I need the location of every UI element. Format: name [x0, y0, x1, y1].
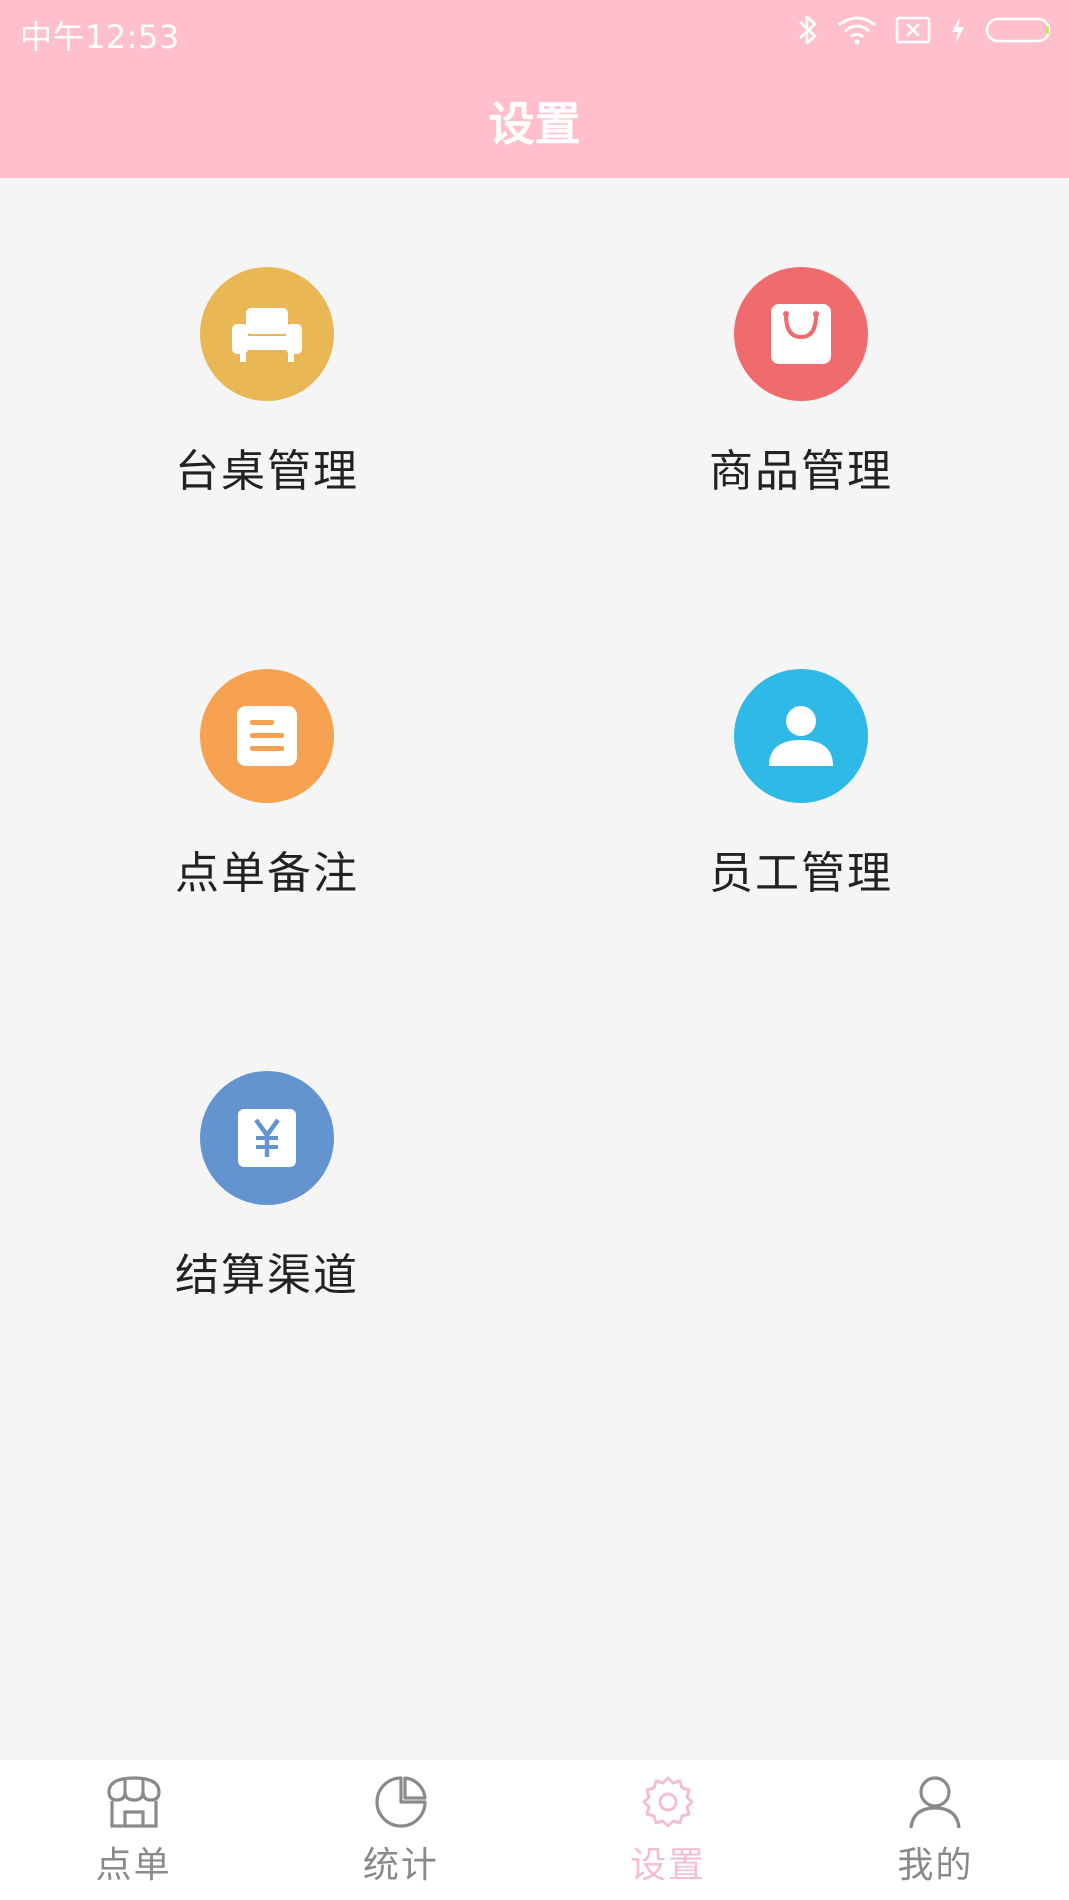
menu-item-staff-management[interactable]: 员工管理: [651, 669, 951, 929]
status-icons: [797, 12, 1055, 48]
wifi-icon: [838, 16, 876, 45]
tab-order[interactable]: 点单: [0, 1760, 267, 1900]
menu-icon-circle: [200, 267, 334, 401]
tab-label: 统计: [362, 1845, 439, 1886]
menu-item-label: 员工管理: [709, 848, 893, 899]
menu-item-label: 商品管理: [709, 446, 893, 497]
page-title: 设置: [488, 97, 581, 151]
gear-icon: [642, 1776, 694, 1828]
menu-icon-circle: [200, 669, 334, 803]
tab-label: 设置: [630, 1845, 707, 1886]
menu-item-label: 点单备注: [175, 848, 359, 899]
bluetooth-icon: [799, 15, 817, 45]
menu-icon-circle: [734, 669, 868, 803]
yuan-icon: [238, 1109, 296, 1167]
sofa-icon: [232, 308, 302, 362]
tab-settings[interactable]: 设置: [535, 1760, 802, 1900]
menu-item-order-notes[interactable]: 点单备注: [117, 669, 417, 929]
pie-chart-icon: [375, 1776, 427, 1828]
menu-item-payment-channels[interactable]: 结算渠道: [117, 1071, 417, 1331]
top-bar: 中午12:53 设置: [0, 0, 1069, 178]
menu-item-label: 结算渠道: [175, 1250, 359, 1301]
battery-icon: [985, 17, 1051, 43]
person-icon: [769, 706, 833, 766]
tab-mine[interactable]: 我的: [802, 1760, 1069, 1900]
tab-label: 我的: [897, 1845, 974, 1886]
shopping-bag-icon: [771, 304, 831, 364]
user-icon: [909, 1776, 961, 1829]
menu-item-product-management[interactable]: 商品管理: [651, 267, 951, 527]
menu-icon-circle: [200, 1071, 334, 1205]
charging-icon: [952, 17, 964, 43]
sim-off-icon: [895, 16, 931, 44]
status-time: 中午12:53: [20, 18, 180, 56]
tab-label: 点单: [95, 1845, 172, 1886]
menu-item-table-management[interactable]: 台桌管理: [117, 267, 417, 527]
menu-icon-circle: [734, 267, 868, 401]
bottom-tab-bar: 点单 统计 设置 我的: [0, 1760, 1069, 1900]
note-icon: [237, 706, 297, 766]
shop-icon: [107, 1776, 161, 1828]
tab-statistics[interactable]: 统计: [267, 1760, 534, 1900]
menu-item-label: 台桌管理: [175, 446, 359, 497]
